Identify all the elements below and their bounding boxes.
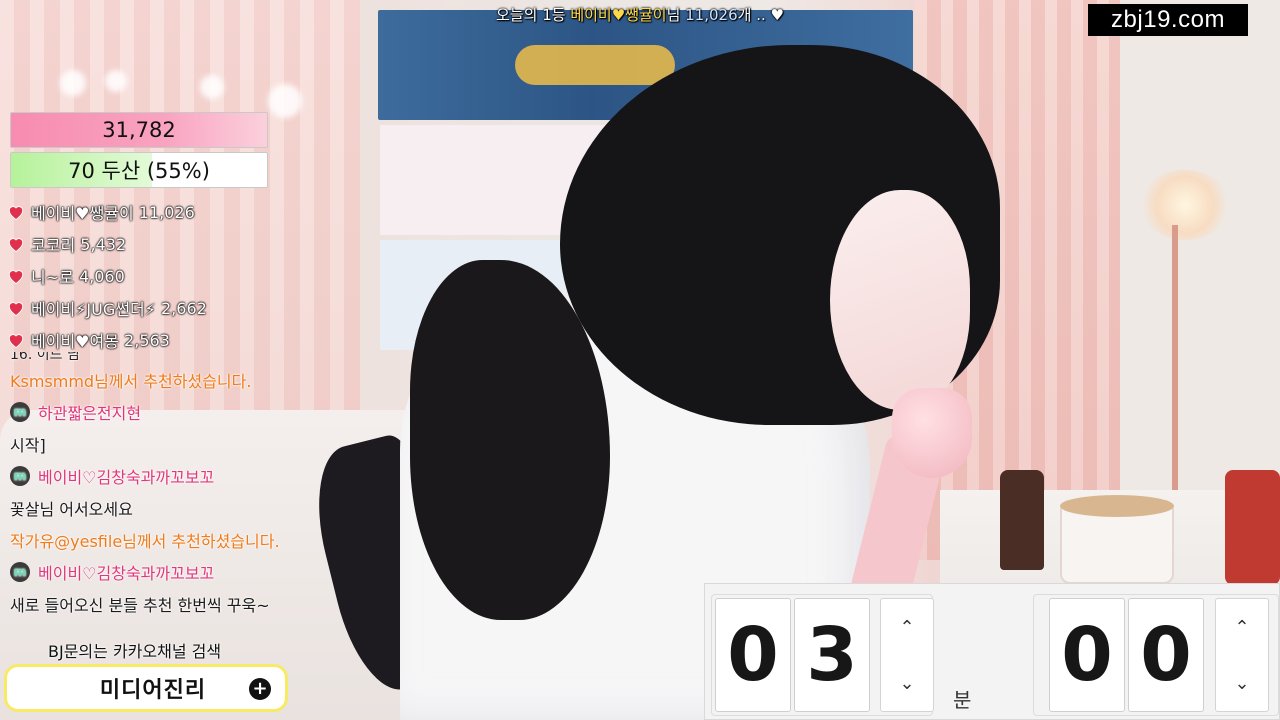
countdown-timer: 0 3 ⌃ ⌄ 분 0 0 ⌃ ⌄ bbox=[704, 583, 1280, 720]
heart-icon bbox=[6, 202, 26, 222]
ranking-name: 베이비♥쌩귤이 bbox=[31, 204, 134, 223]
level-progress-bar: 70 두산 (55%) bbox=[10, 152, 268, 188]
bokeh-light bbox=[200, 75, 224, 99]
minutes-tens-digit: 0 bbox=[715, 598, 791, 712]
ranking-row: 베이비♥쌩귤이 11,026 bbox=[6, 196, 207, 228]
chat-message: 새로 들어오신 분들 추천 한번씩 꾸욱~ bbox=[10, 596, 270, 615]
seconds-up-arrow-icon[interactable]: ⌃ bbox=[1216, 599, 1268, 655]
ranking-count: 2,662 bbox=[161, 298, 207, 318]
plus-icon[interactable]: + bbox=[249, 678, 271, 700]
ranking-name: 니~로 bbox=[31, 268, 74, 287]
lamp-stand bbox=[1172, 225, 1178, 505]
minutes-up-arrow-icon[interactable]: ⌃ bbox=[881, 599, 933, 655]
heart-icon bbox=[6, 330, 26, 350]
goal-progress-bar: 31,782 bbox=[10, 112, 268, 148]
lamp-glow bbox=[1140, 170, 1230, 240]
chat-badge-icon: m bbox=[10, 466, 30, 486]
chat-username: 하관짧은전지현 bbox=[38, 404, 142, 423]
banner-suffix: 님 bbox=[666, 6, 686, 24]
donor-ranking-list: 베이비♥쌩귤이 11,026 코코리 5,432 니~로 4,060 베이비⚡J… bbox=[6, 196, 207, 356]
banner-count: 11,026 bbox=[685, 6, 738, 24]
chat-message: 시작] bbox=[10, 436, 46, 455]
bokeh-light bbox=[105, 70, 127, 92]
chat-system-message: Ksmsmmd님께서 추천하셨습니다. bbox=[10, 372, 252, 391]
chat-message: 꽃살님 어서오세요 bbox=[10, 500, 133, 519]
chat-username: 베이비♡김창숙과까꼬보꼬 bbox=[38, 564, 215, 583]
chat-badge-icon: m bbox=[10, 402, 30, 422]
heart-icon bbox=[6, 266, 26, 286]
chat-username-line: m 하관짧은전지현 bbox=[10, 396, 340, 428]
microphone-head bbox=[892, 388, 972, 478]
streamer-face bbox=[830, 190, 970, 410]
chat-badge-icon: m bbox=[10, 562, 30, 582]
chat-system-message: 작가유@yesfile님께서 추천하셨습니다. bbox=[10, 532, 280, 551]
chat-line-partial: 16. 이드 님 bbox=[10, 352, 80, 363]
banner-top-donor: 베이비♥쌩귤이 bbox=[570, 6, 667, 24]
banner-tail: 개 .. ♥ bbox=[737, 6, 784, 24]
minutes-stepper: ⌃ ⌄ bbox=[880, 598, 934, 712]
poster-graphic bbox=[515, 45, 675, 85]
chat-username-line: m 베이비♡김창숙과까꼬보꼬 bbox=[10, 556, 340, 588]
media-jinri-button[interactable]: 미디어진리 + bbox=[4, 664, 288, 712]
seconds-tens-digit: 0 bbox=[1049, 598, 1125, 712]
chat-username-line: m 베이비♡김창숙과까꼬보꼬 bbox=[10, 460, 340, 492]
ranking-count: 5,432 bbox=[80, 234, 127, 254]
seconds-down-arrow-icon[interactable]: ⌄ bbox=[1216, 655, 1268, 711]
chat-overlay: 16. 이드 님 Ksmsmmd님께서 추천하셨습니다. m 하관짧은전지현 시… bbox=[10, 352, 340, 620]
ranking-count: 11,026 bbox=[138, 202, 195, 222]
bokeh-light bbox=[60, 70, 86, 96]
ranking-name: 베이비⚡JUG썬더⚡ bbox=[31, 300, 156, 319]
site-watermark-text: zbj19.com bbox=[1111, 6, 1225, 33]
minutes-ones-digit: 3 bbox=[794, 598, 870, 712]
seconds-ones-digit: 0 bbox=[1128, 598, 1204, 712]
ranking-row: 니~로 4,060 bbox=[6, 260, 207, 292]
chat-username: 베이비♡김창숙과까꼬보꼬 bbox=[38, 468, 215, 487]
red-container bbox=[1225, 470, 1280, 585]
ranking-name: 코코리 bbox=[31, 236, 76, 255]
minutes-unit-label: 분 bbox=[953, 688, 972, 712]
ranking-row: 베이비⚡JUG썬더⚡ 2,662 bbox=[6, 292, 207, 324]
contact-notice: BJ문의는 카카오채널 검색 bbox=[48, 642, 222, 661]
candle-jar-lid bbox=[1060, 495, 1174, 517]
banner-prefix: 오늘의 1등 bbox=[496, 6, 571, 24]
minutes-down-arrow-icon[interactable]: ⌄ bbox=[881, 655, 933, 711]
diffuser-bottle bbox=[1000, 470, 1044, 570]
level-label: 70 두산 (55%) bbox=[68, 159, 210, 183]
ranking-name: 베이비♥여몽 bbox=[31, 332, 119, 351]
goal-value: 31,782 bbox=[102, 118, 176, 142]
media-jinri-label: 미디어진리 bbox=[99, 678, 207, 703]
seconds-stepper: ⌃ ⌄ bbox=[1215, 598, 1269, 712]
heart-icon bbox=[6, 234, 26, 254]
ranking-count: 2,563 bbox=[124, 330, 170, 350]
heart-icon bbox=[6, 298, 26, 318]
ranking-row: 코코리 5,432 bbox=[6, 228, 207, 260]
site-watermark: zbj19.com bbox=[1088, 4, 1248, 36]
ranking-count: 4,060 bbox=[78, 266, 125, 286]
bokeh-light bbox=[268, 84, 302, 118]
